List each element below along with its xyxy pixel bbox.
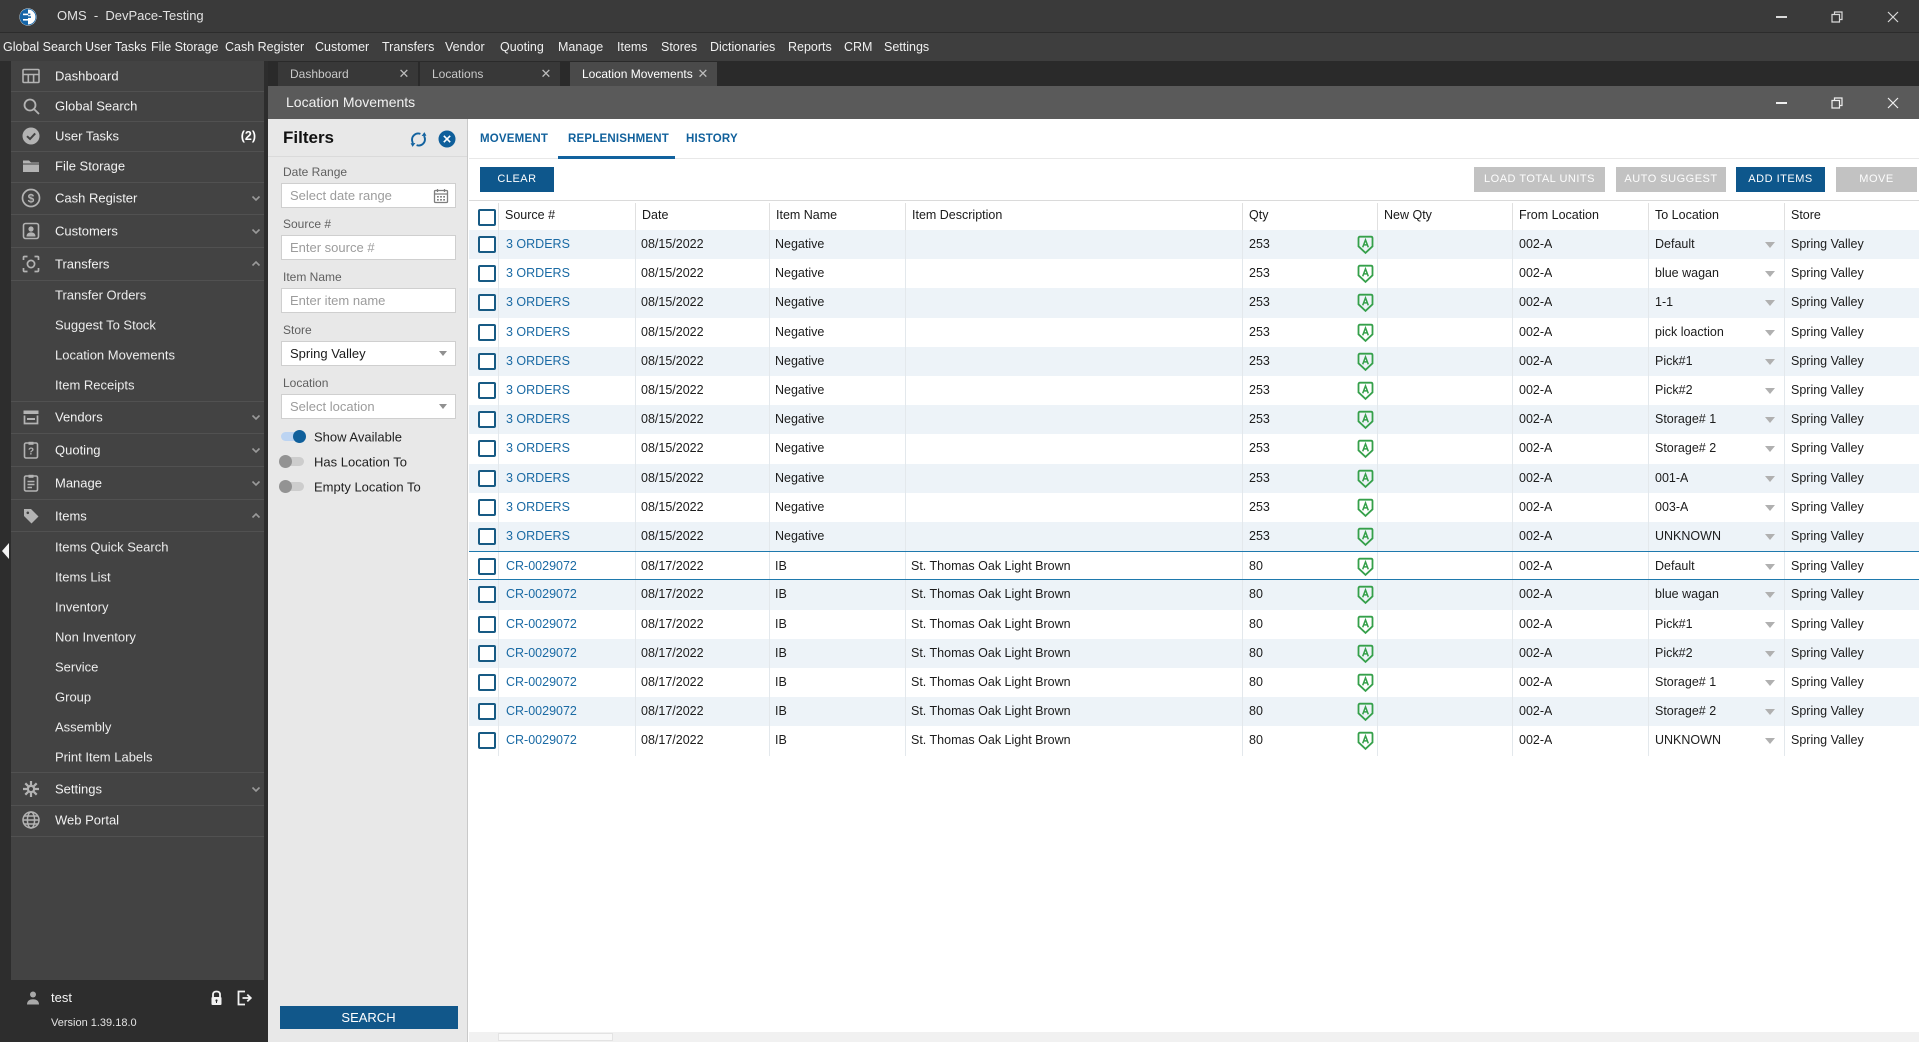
svg-text:?: ?: [28, 447, 34, 458]
svg-text:$: $: [28, 191, 35, 205]
